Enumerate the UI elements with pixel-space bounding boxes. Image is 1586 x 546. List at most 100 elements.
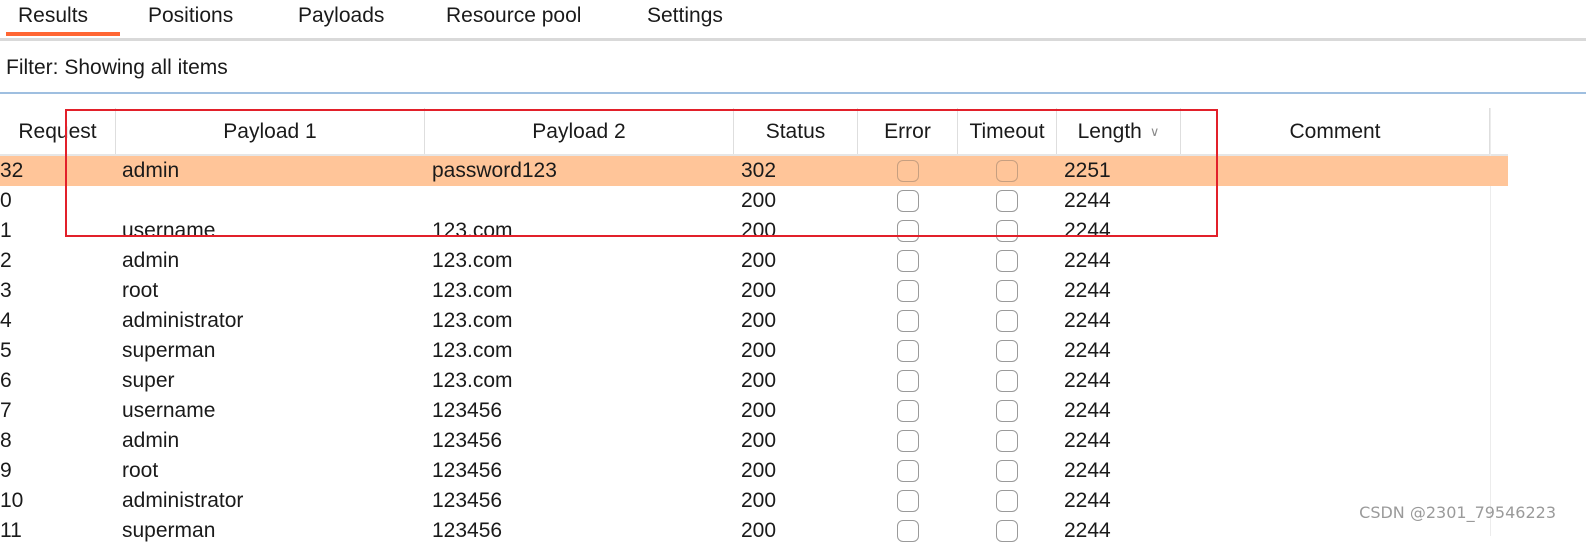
timeout-checkbox[interactable] xyxy=(996,340,1018,362)
column-header-length[interactable]: Length ∨ xyxy=(1057,108,1181,154)
cell-status: 200 xyxy=(741,249,777,272)
error-checkbox[interactable] xyxy=(897,280,919,302)
column-header-error[interactable]: Error xyxy=(858,108,958,154)
cell-request: 8 xyxy=(0,429,12,452)
cell-payload2: 123456 xyxy=(432,399,503,422)
column-header-payload-2[interactable]: Payload 2 xyxy=(425,108,734,154)
timeout-checkbox[interactable] xyxy=(996,370,1018,392)
cell-status: 200 xyxy=(741,399,777,422)
column-header-label: Payload 1 xyxy=(223,120,317,143)
error-checkbox[interactable] xyxy=(897,400,919,422)
cell-request: 1 xyxy=(0,219,12,242)
tab-bar: Results Positions Payloads Resource pool… xyxy=(0,0,1586,38)
column-header-label: Payload 2 xyxy=(532,120,626,143)
error-checkbox[interactable] xyxy=(897,520,919,542)
error-checkbox[interactable] xyxy=(897,460,919,482)
cell-payload1: root xyxy=(122,459,159,482)
table-row[interactable]: 11 superman 123456 200 2244 xyxy=(0,516,1508,546)
table-row[interactable]: 9 root 123456 200 2244 xyxy=(0,456,1508,486)
timeout-checkbox[interactable] xyxy=(996,250,1018,272)
column-header-label: Comment xyxy=(1289,120,1381,143)
column-header-comment[interactable]: Comment xyxy=(1181,108,1490,154)
column-header-status[interactable]: Status xyxy=(734,108,858,154)
tab-resource-pool[interactable]: Resource pool xyxy=(446,0,581,34)
column-header-label: Status xyxy=(765,120,826,143)
column-header-timeout[interactable]: Timeout xyxy=(958,108,1057,154)
timeout-checkbox[interactable] xyxy=(996,400,1018,422)
cell-request: 2 xyxy=(0,249,12,272)
table-row[interactable]: 1 username 123.com 200 2244 xyxy=(0,216,1508,246)
tab-divider xyxy=(0,38,1586,41)
cell-payload2: 123.com xyxy=(432,249,513,272)
cell-payload1: superman xyxy=(122,519,216,542)
table-row[interactable]: 2 admin 123.com 200 2244 xyxy=(0,246,1508,276)
cell-payload2: 123456 xyxy=(432,459,503,482)
chevron-down-icon[interactable]: ∨ xyxy=(1150,124,1160,139)
cell-length: 2244 xyxy=(1064,459,1111,482)
filter-label: Filter: Showing all items xyxy=(6,56,228,79)
table-row[interactable]: 10 administrator 123456 200 2244 xyxy=(0,486,1508,516)
error-checkbox[interactable] xyxy=(897,340,919,362)
cell-status: 200 xyxy=(741,279,777,302)
timeout-checkbox[interactable] xyxy=(996,310,1018,332)
timeout-checkbox[interactable] xyxy=(996,280,1018,302)
cell-payload1: admin xyxy=(122,249,180,272)
column-header-payload-1[interactable]: Payload 1 xyxy=(116,108,425,154)
cell-request: 32 xyxy=(0,159,24,182)
error-checkbox[interactable] xyxy=(897,220,919,242)
cell-payload2: 123.com xyxy=(432,219,513,242)
column-header-request[interactable]: Request xyxy=(0,108,116,154)
cell-request: 6 xyxy=(0,369,12,392)
error-checkbox[interactable] xyxy=(897,160,919,182)
cell-payload1: root xyxy=(122,279,159,302)
cell-status: 302 xyxy=(741,159,777,182)
table-row[interactable]: 6 super 123.com 200 2244 xyxy=(0,366,1508,396)
table-row[interactable]: 32 admin password123 302 2251 xyxy=(0,156,1508,186)
cell-status: 200 xyxy=(741,429,777,452)
error-checkbox[interactable] xyxy=(897,490,919,512)
cell-request: 7 xyxy=(0,399,12,422)
tab-results[interactable]: Results xyxy=(6,0,120,36)
cell-status: 200 xyxy=(741,369,777,392)
cell-payload2: 123.com xyxy=(432,279,513,302)
table-row[interactable]: 3 root 123.com 200 2244 xyxy=(0,276,1508,306)
error-checkbox[interactable] xyxy=(897,250,919,272)
cell-request: 3 xyxy=(0,279,12,302)
table-row[interactable]: 4 administrator 123.com 200 2244 xyxy=(0,306,1508,336)
table-header: Request Payload 1 Payload 2 Status Error… xyxy=(0,108,1508,156)
table-row[interactable]: 7 username 123456 200 2244 xyxy=(0,396,1508,426)
cell-request: 9 xyxy=(0,459,12,482)
timeout-checkbox[interactable] xyxy=(996,430,1018,452)
error-checkbox[interactable] xyxy=(897,310,919,332)
column-header-label: Length xyxy=(1077,120,1142,143)
cell-payload2: 123456 xyxy=(432,489,503,512)
cell-length: 2244 xyxy=(1064,189,1111,212)
table-row[interactable]: 5 superman 123.com 200 2244 xyxy=(0,336,1508,366)
timeout-checkbox[interactable] xyxy=(996,160,1018,182)
cell-length: 2244 xyxy=(1064,249,1111,272)
table-row[interactable]: 8 admin 123456 200 2244 xyxy=(0,426,1508,456)
timeout-checkbox[interactable] xyxy=(996,460,1018,482)
cell-payload1: username xyxy=(122,399,216,422)
cell-status: 200 xyxy=(741,339,777,362)
timeout-checkbox[interactable] xyxy=(996,490,1018,512)
tab-positions[interactable]: Positions xyxy=(148,0,233,34)
cell-payload1: super xyxy=(122,369,175,392)
error-checkbox[interactable] xyxy=(897,370,919,392)
cell-payload1: superman xyxy=(122,339,216,362)
timeout-checkbox[interactable] xyxy=(996,520,1018,542)
error-checkbox[interactable] xyxy=(897,190,919,212)
cell-payload1: admin xyxy=(122,429,180,452)
cell-request: 0 xyxy=(0,189,12,212)
table-row[interactable]: 0 200 2244 xyxy=(0,186,1508,216)
filter-bar[interactable]: Filter: Showing all items xyxy=(0,44,1586,94)
timeout-checkbox[interactable] xyxy=(996,190,1018,212)
cell-length: 2244 xyxy=(1064,489,1111,512)
error-checkbox[interactable] xyxy=(897,430,919,452)
timeout-checkbox[interactable] xyxy=(996,220,1018,242)
cell-length: 2244 xyxy=(1064,369,1111,392)
tab-settings[interactable]: Settings xyxy=(647,0,723,34)
cell-length: 2244 xyxy=(1064,279,1111,302)
tab-payloads[interactable]: Payloads xyxy=(298,0,384,34)
cell-request: 4 xyxy=(0,309,12,332)
